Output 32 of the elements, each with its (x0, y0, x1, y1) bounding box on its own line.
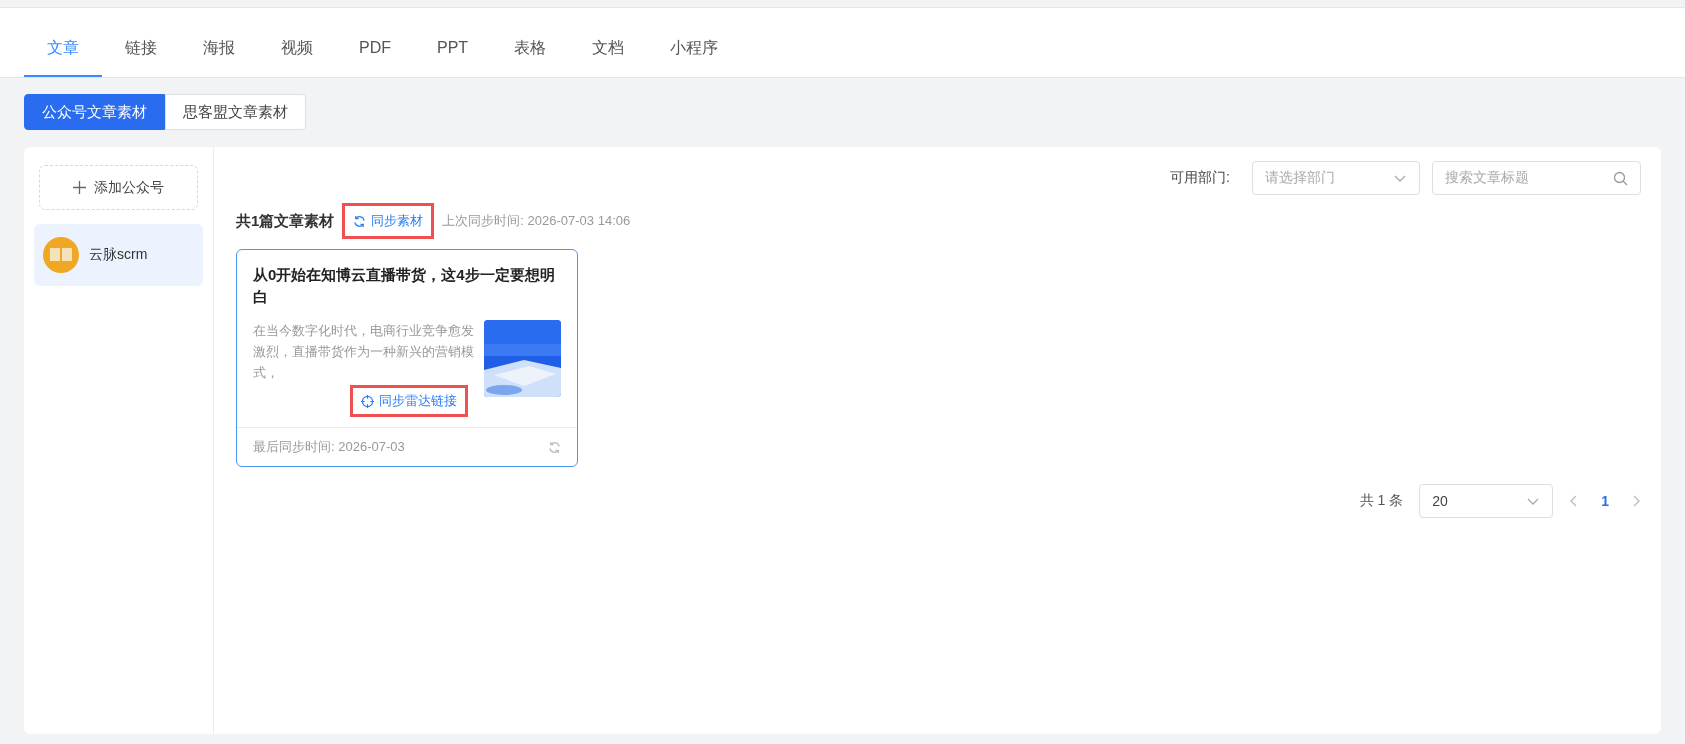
account-item[interactable]: 云脉scrm (34, 224, 203, 286)
nav-tab[interactable]: PDF (336, 21, 414, 77)
department-label: 可用部门: (1170, 169, 1230, 187)
last-sync-time: 上次同步时间: 2026-07-03 14:06 (442, 212, 631, 230)
nav-tab[interactable]: 链接 (102, 21, 180, 77)
crosshair-icon (361, 394, 374, 408)
total-count: 共 1 条 (1359, 492, 1404, 510)
plus-icon (73, 181, 86, 194)
nav-tab[interactable]: 小程序 (647, 21, 742, 77)
nav-tab[interactable]: 视频 (258, 21, 336, 77)
sync-radar-link-button[interactable]: 同步雷达链接 (350, 385, 468, 417)
next-page-button[interactable] (1631, 495, 1641, 507)
refresh-button[interactable] (548, 440, 561, 454)
nav-tab[interactable]: 海报 (180, 21, 258, 77)
refresh-icon (548, 440, 561, 454)
search-icon (1613, 170, 1628, 186)
article-title: 从0开始在知博云直播带货，这4步一定要想明白 (253, 265, 556, 307)
source-tab[interactable]: 公众号文章素材 (24, 94, 165, 130)
nav-tab[interactable]: 文档 (569, 21, 648, 77)
last-synced-date: 最后同步时间: 2026-07-03 (253, 438, 405, 456)
sync-button[interactable]: 同步素材 (342, 203, 435, 239)
article-count: 共1篇文章素材 (236, 211, 335, 231)
avatar (43, 237, 79, 273)
page-size-select[interactable]: 20 (1419, 484, 1554, 518)
source-tab[interactable]: 思客盟文章素材 (165, 94, 306, 130)
add-account-button[interactable]: 添加公众号 (39, 165, 198, 210)
page-number[interactable]: 1 (1595, 492, 1615, 510)
account-name: 云脉scrm (89, 246, 148, 264)
nav-tab[interactable]: 表格 (491, 21, 570, 77)
nav-tab[interactable]: PPT (414, 21, 492, 77)
refresh-icon (353, 214, 367, 228)
chevron-right-icon (1631, 495, 1641, 507)
